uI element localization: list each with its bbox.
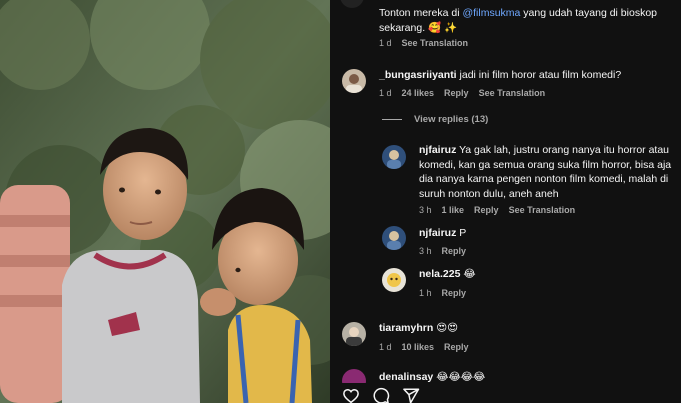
comments-panel[interactable]: Tonton mereka di @filmsukma yang udah ta… bbox=[330, 0, 681, 403]
reply-meta: 3 h 1 like Reply See Translation bbox=[419, 205, 585, 215]
comment-body: 😍😍 bbox=[436, 322, 459, 334]
comment-meta: 1 d 10 likes Reply bbox=[379, 342, 479, 352]
caption-meta: 1 d See Translation bbox=[379, 38, 478, 48]
view-replies-button[interactable]: View replies (13) bbox=[382, 114, 488, 125]
comment-see-translation-button[interactable]: See Translation bbox=[479, 88, 546, 98]
heart-icon[interactable] bbox=[342, 387, 360, 403]
reply-username[interactable]: njfairuz bbox=[419, 144, 456, 156]
comment-body: jadi ini film horor atau film komedi? bbox=[459, 69, 622, 81]
avatar-image bbox=[342, 322, 366, 346]
post-media[interactable] bbox=[0, 0, 330, 403]
reply-body: P bbox=[459, 227, 467, 239]
comment-text: _bungasriiyanti jadi ini film horor atau… bbox=[379, 68, 669, 83]
reply-username[interactable]: njfairuz bbox=[419, 227, 456, 239]
reply-reply-button[interactable]: Reply bbox=[442, 288, 467, 298]
avatar[interactable] bbox=[342, 69, 366, 93]
reply-body: Ya gak lah, justru orang nanya itu horro… bbox=[419, 144, 672, 200]
avatar[interactable] bbox=[382, 226, 406, 250]
author-avatar[interactable] bbox=[340, 0, 364, 8]
comment-body: 😂😂😂😂 bbox=[436, 371, 486, 383]
avatar-image bbox=[382, 145, 406, 169]
reply-time: 1 h bbox=[419, 288, 432, 298]
comment-time: 1 d bbox=[379, 342, 392, 352]
avatar-image bbox=[382, 268, 406, 292]
send-icon[interactable] bbox=[402, 387, 420, 403]
reply-reply-button[interactable]: Reply bbox=[474, 205, 499, 215]
reply-text: njfairuz Ya gak lah, justru orang nanya … bbox=[419, 143, 677, 201]
film-still-image bbox=[0, 0, 330, 403]
comment-reply-button[interactable]: Reply bbox=[444, 342, 469, 352]
reply-meta: 1 h Reply bbox=[419, 288, 476, 298]
comment-likes-button[interactable]: 24 likes bbox=[402, 88, 435, 98]
comment-reply-button[interactable]: Reply bbox=[444, 88, 469, 98]
reply-time: 3 h bbox=[419, 205, 432, 215]
comment-meta: 1 d 24 likes Reply See Translation bbox=[379, 88, 555, 98]
avatar[interactable] bbox=[342, 322, 366, 346]
reply-text: njfairuz P bbox=[419, 226, 677, 241]
caption-time: 1 d bbox=[379, 38, 392, 48]
reply-username[interactable]: nela.225 bbox=[419, 268, 460, 280]
reply-text: nela.225 😂 bbox=[419, 267, 677, 282]
view-replies-divider bbox=[382, 118, 402, 120]
caption-prefix: Tonton mereka di bbox=[379, 7, 463, 19]
comment-username[interactable]: _bungasriiyanti bbox=[379, 69, 457, 81]
reply-likes-button[interactable]: 1 like bbox=[442, 205, 465, 215]
reply-body: 😂 bbox=[463, 268, 476, 280]
avatar[interactable] bbox=[382, 145, 406, 169]
comment-time: 1 d bbox=[379, 88, 392, 98]
comment-text: tiaramyhrn 😍😍 bbox=[379, 321, 669, 336]
reply-reply-button[interactable]: Reply bbox=[442, 246, 467, 256]
comment-icon[interactable] bbox=[372, 387, 390, 403]
reply-time: 3 h bbox=[419, 246, 432, 256]
reply-meta: 3 h Reply bbox=[419, 246, 476, 256]
caption-mention-link[interactable]: @filmsukma bbox=[462, 7, 520, 19]
comment-likes-button[interactable]: 10 likes bbox=[402, 342, 435, 352]
caption-text: Tonton mereka di @filmsukma yang udah ta… bbox=[379, 6, 669, 35]
view-replies-label: View replies (13) bbox=[414, 114, 489, 125]
avatar-image bbox=[382, 226, 406, 250]
comment-username[interactable]: denalinsay bbox=[379, 371, 433, 383]
post-action-bar bbox=[330, 383, 670, 403]
caption-see-translation-button[interactable]: See Translation bbox=[402, 38, 469, 48]
avatar[interactable] bbox=[382, 268, 406, 292]
avatar-image bbox=[342, 69, 366, 93]
reply-see-translation-button[interactable]: See Translation bbox=[509, 205, 576, 215]
comment-username[interactable]: tiaramyhrn bbox=[379, 322, 433, 334]
